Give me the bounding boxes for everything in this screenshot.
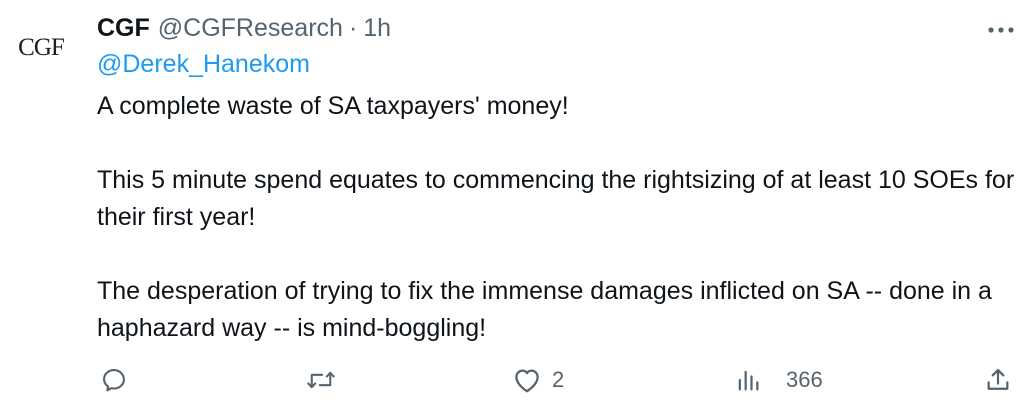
avatar-logo-text: CGF — [18, 34, 65, 61]
tweet-header: CGF @CGFResearch · 1h — [97, 10, 391, 46]
avatar[interactable]: CGF — [8, 28, 74, 68]
user-handle[interactable]: @CGFResearch — [158, 14, 343, 43]
reply-icon — [103, 369, 125, 392]
timestamp[interactable]: 1h — [363, 14, 391, 43]
tweet-actions: 2 366 — [0, 360, 1032, 400]
views-button[interactable]: 366 — [734, 360, 823, 400]
retweet-icon — [307, 371, 335, 389]
more-icon — [988, 27, 1014, 33]
tweet[interactable]: CGF CGF @CGFResearch · 1h @Derek_Hanekom… — [0, 0, 1032, 416]
views-icon — [738, 370, 759, 391]
tweet-paragraph: A complete waste of SA taxpayers' money! — [97, 92, 569, 120]
more-options-button[interactable] — [985, 14, 1017, 46]
share-button[interactable] — [984, 360, 1012, 400]
header-separator: · — [348, 13, 358, 42]
tweet-paragraph: This 5 minute spend equates to commencin… — [97, 166, 1015, 231]
like-count: 2 — [552, 367, 565, 392]
like-button[interactable]: 2 — [512, 360, 564, 400]
reply-mention-link[interactable]: @Derek_Hanekom — [97, 50, 310, 79]
tweet-paragraph: The desperation of trying to fix the imm… — [97, 277, 992, 342]
display-name[interactable]: CGF — [97, 14, 150, 43]
retweet-button[interactable] — [306, 360, 336, 400]
views-count: 366 — [786, 367, 823, 392]
heart-icon — [515, 369, 539, 393]
tweet-text: A complete waste of SA taxpayers' money!… — [97, 88, 1017, 347]
share-icon — [987, 368, 1009, 390]
reply-button[interactable] — [100, 360, 128, 400]
